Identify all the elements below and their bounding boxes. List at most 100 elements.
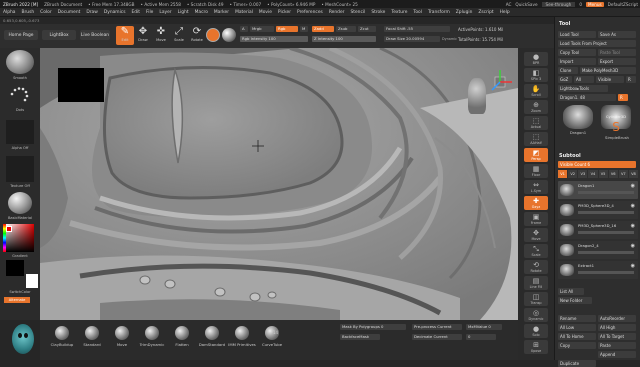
- simplebrush-icon[interactable]: S: [607, 121, 625, 133]
- gyro-axis-icon[interactable]: [486, 68, 514, 96]
- auto-reorder-button[interactable]: AutoReorder: [598, 315, 636, 322]
- import-button[interactable]: Import: [558, 58, 596, 65]
- goz-all-button[interactable]: All: [574, 76, 594, 83]
- subtool-opacity-slider[interactable]: [578, 271, 634, 274]
- mrgb-toggle[interactable]: Mrgb: [250, 26, 274, 32]
- subtool-opacity-slider[interactable]: [578, 231, 634, 234]
- ac-button[interactable]: AC: [506, 2, 512, 7]
- menu-material[interactable]: Material: [235, 10, 253, 15]
- lightbox-button[interactable]: LightBox: [42, 30, 76, 40]
- switch-color-button[interactable]: SwitchColor: [4, 290, 36, 294]
- tool-move-button[interactable]: ✜ Move: [152, 26, 170, 45]
- stroke-dots-icon[interactable]: [8, 86, 32, 106]
- zremesher-value-slider[interactable]: 0: [466, 334, 496, 340]
- version-v2-button[interactable]: V2: [568, 170, 578, 178]
- max-value-slider[interactable]: MxMValue 0: [466, 324, 502, 330]
- brush-icon[interactable]: [6, 50, 34, 74]
- menu-dynamics[interactable]: Dynamics: [104, 10, 126, 15]
- rename-button[interactable]: Rename: [558, 315, 596, 322]
- current-tool-slider[interactable]: Dragon1. 48: [558, 94, 616, 101]
- visibility-eye-icon[interactable]: ◉: [631, 263, 635, 269]
- paste-tool-button[interactable]: Paste Tool: [598, 49, 636, 56]
- decimate-current-button[interactable]: Decimate Current: [412, 334, 462, 340]
- goz-button[interactable]: GoZ: [558, 76, 572, 83]
- menu-draw[interactable]: Draw: [86, 10, 97, 15]
- brush-curvetube-button[interactable]: CurveTube: [258, 326, 286, 347]
- default-zscript-button[interactable]: DefaultZScript: [608, 2, 638, 7]
- subtool-opacity-slider[interactable]: [578, 251, 634, 254]
- rgb-toggle[interactable]: Rgb: [276, 26, 298, 32]
- a-toggle[interactable]: A: [240, 26, 248, 32]
- menu-brush[interactable]: Brush: [21, 10, 34, 15]
- texture-thumbnail[interactable]: [6, 156, 34, 182]
- alpha-thumbnail[interactable]: [6, 120, 34, 144]
- shelf-scale-button[interactable]: ⤡ Scale: [524, 244, 548, 258]
- shelf-spix-3-button[interactable]: ◧ SPix 3: [524, 68, 548, 82]
- visibility-eye-icon[interactable]: ◉: [631, 223, 635, 229]
- home-page-button[interactable]: Home Page: [4, 30, 38, 40]
- menu-picker[interactable]: Picker: [278, 10, 291, 15]
- shelf-frame-button[interactable]: ▣ Frame: [524, 212, 548, 226]
- preprocess-button[interactable]: Pre-process Current: [412, 324, 462, 330]
- z-intensity-slider[interactable]: Z Intensity 100: [312, 36, 376, 42]
- shelf-move-button[interactable]: ✥ Move: [524, 228, 548, 242]
- primary-color-swatch[interactable]: [26, 274, 38, 288]
- sculpt-viewport[interactable]: [40, 48, 518, 320]
- tool-rotate-button[interactable]: ⟳ Rotate: [188, 26, 206, 45]
- menu-color[interactable]: Color: [40, 10, 51, 15]
- menu-light[interactable]: Light: [178, 10, 189, 15]
- shelf-line-fill-button[interactable]: ▤ Line Fill: [524, 276, 548, 290]
- version-v1-button[interactable]: V1: [558, 170, 568, 178]
- menu-zscript[interactable]: Zscript: [478, 10, 493, 15]
- menu-alpha[interactable]: Alpha: [3, 10, 15, 15]
- rgb-intensity-slider[interactable]: Rgb Intensity 100: [240, 36, 308, 42]
- copy-button[interactable]: Copy: [558, 342, 596, 349]
- load-tool-button[interactable]: Load Tool: [558, 31, 596, 38]
- material-sphere-icon[interactable]: [222, 28, 236, 42]
- user-avatar[interactable]: [12, 324, 34, 354]
- subtool-row[interactable]: PM3D_Sphere3D_16 ◉: [558, 221, 638, 239]
- draw-size-slider[interactable]: Draw Size 20.00594: [384, 36, 440, 42]
- menu-texture[interactable]: Texture: [391, 10, 407, 15]
- visibility-eye-icon[interactable]: ◉: [631, 203, 635, 209]
- shelf-persp-button[interactable]: ◩ Persp: [524, 148, 548, 162]
- quicksave-button[interactable]: QuickSave: [515, 2, 537, 7]
- mask-by-polygroups-slider[interactable]: Mask By Polygroups 0: [340, 324, 406, 330]
- make-polymesh-button[interactable]: Make PolyMesh3D: [580, 67, 636, 74]
- brush-move-button[interactable]: Move: [108, 326, 136, 347]
- list-all-button[interactable]: List All: [558, 288, 584, 295]
- shelf-gxyz-button[interactable]: ✚ Gxyz: [524, 196, 548, 210]
- clone-button[interactable]: Clone: [558, 67, 578, 74]
- goz-visible-button[interactable]: Visible: [596, 76, 624, 83]
- menu-render[interactable]: Render: [329, 10, 345, 15]
- menu-marker[interactable]: Marker: [214, 10, 229, 15]
- brush-flatten-button[interactable]: Flatten: [168, 326, 196, 347]
- menu-help[interactable]: Help: [500, 10, 510, 15]
- tool-scale-button[interactable]: ⤢ Scale: [170, 26, 188, 45]
- shelf-floor-button[interactable]: ▦ Floor: [524, 164, 548, 178]
- menu-transform[interactable]: Transform: [428, 10, 450, 15]
- menu-tool[interactable]: Tool: [413, 10, 422, 15]
- navigation-thumbnail[interactable]: [58, 68, 104, 102]
- all-to-home-button[interactable]: All To Home: [558, 333, 596, 340]
- dragon-tool-thumb[interactable]: [563, 105, 593, 129]
- shelf-actual-button[interactable]: ⬚ Actual: [524, 116, 548, 130]
- shelf-dynamic-button[interactable]: ◎ Dynamic: [524, 308, 548, 322]
- export-button[interactable]: Export: [598, 58, 636, 65]
- shelf-scroll-button[interactable]: ✋ Scroll: [524, 84, 548, 98]
- append-button[interactable]: Append: [598, 351, 636, 358]
- menu-stencil[interactable]: Stencil: [350, 10, 365, 15]
- zadd-toggle[interactable]: Zadd: [312, 26, 334, 32]
- menu-macro[interactable]: Macro: [195, 10, 208, 15]
- brush-claybuildup-button[interactable]: ClayBuildup: [48, 326, 76, 347]
- version-v3-button[interactable]: V3: [578, 170, 588, 178]
- save-as-button[interactable]: Save As: [598, 31, 636, 38]
- menu-zplugin[interactable]: Zplugin: [456, 10, 473, 15]
- shelf-aahalf-button[interactable]: ⬚ AAHalf: [524, 132, 548, 146]
- version-v4-button[interactable]: V4: [588, 170, 598, 178]
- menu-document[interactable]: Document: [58, 10, 81, 15]
- shelf-solo-button[interactable]: ● Solo: [524, 324, 548, 338]
- visible-count-slider[interactable]: Visible Count 6: [558, 161, 636, 168]
- shelf-rotate-button[interactable]: ⟲ Rotate: [524, 260, 548, 274]
- version-v8-button[interactable]: V8: [628, 170, 638, 178]
